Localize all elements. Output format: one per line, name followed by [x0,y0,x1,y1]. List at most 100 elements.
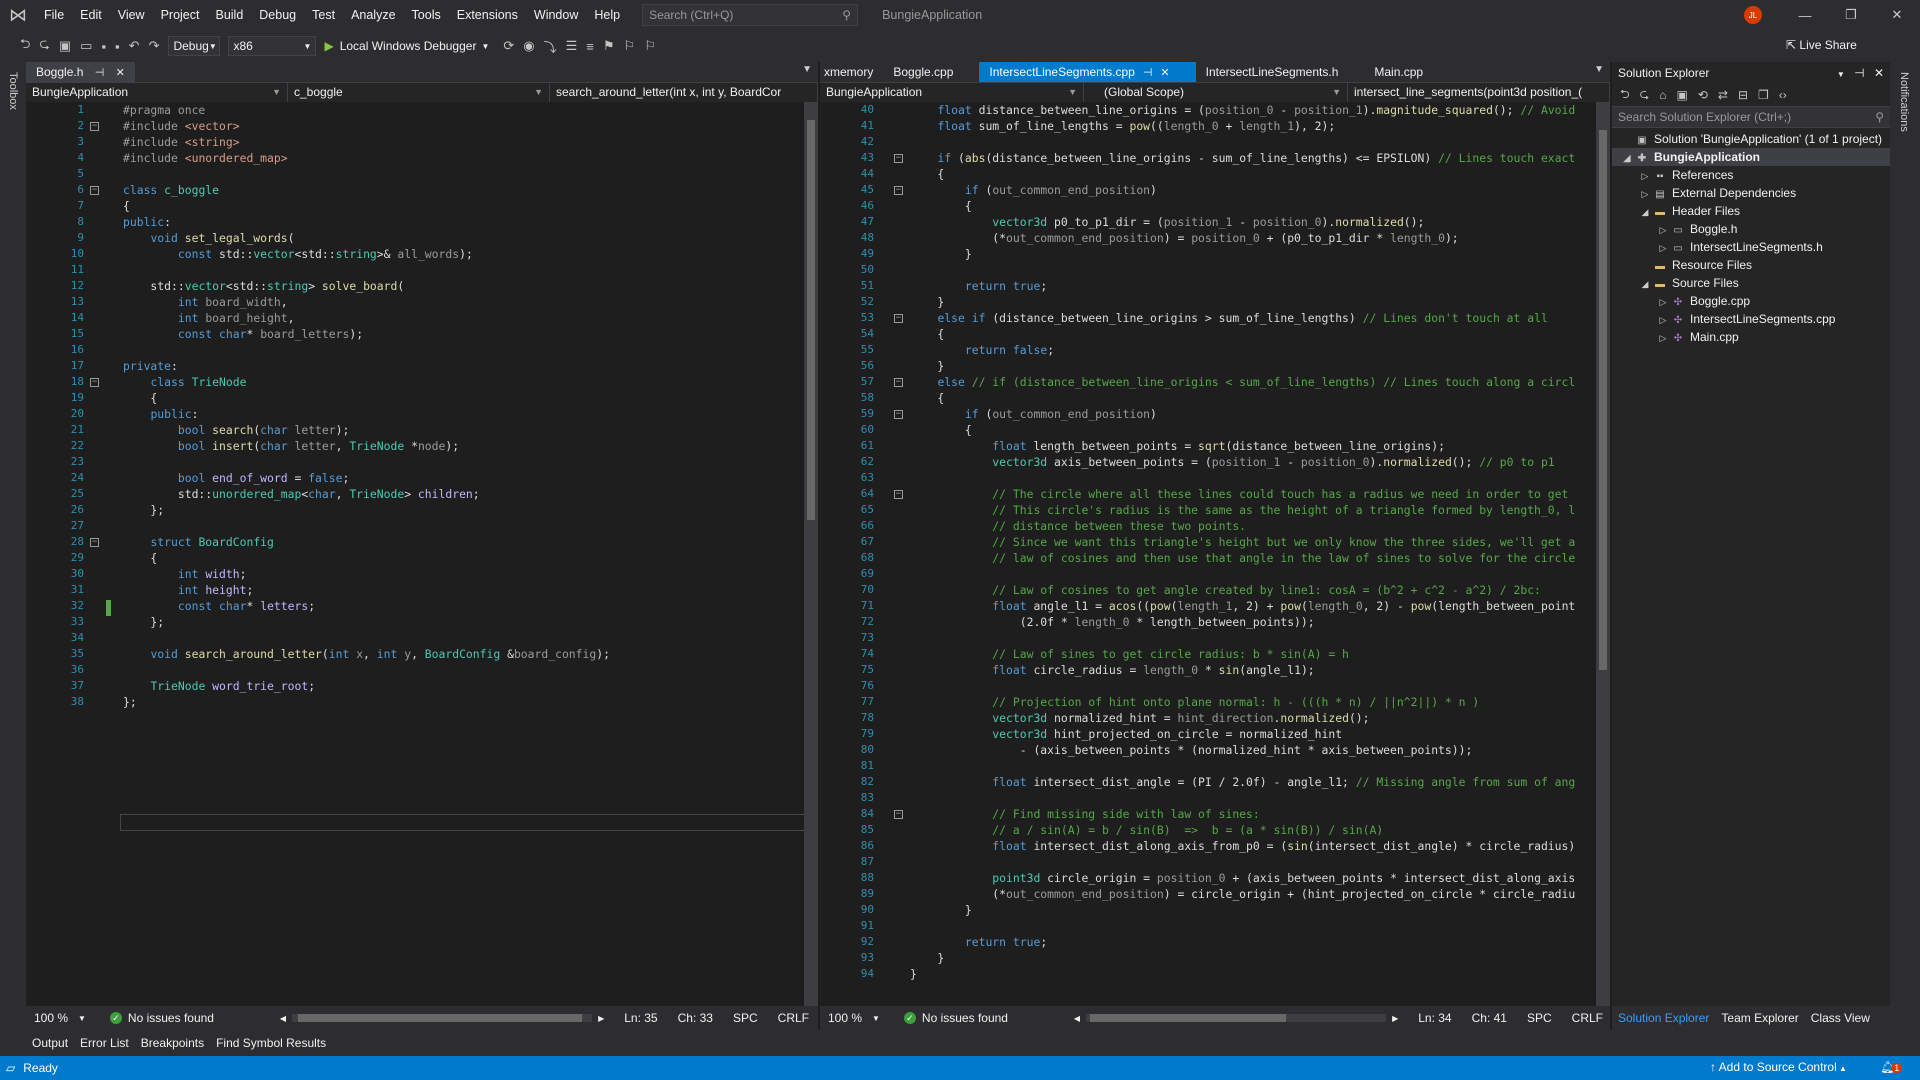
scroll-thumb[interactable] [1599,130,1607,670]
tab-class-view[interactable]: Class View [1805,1011,1876,1025]
menu-item-help[interactable]: Help [586,0,628,30]
menu-item-project[interactable]: Project [153,0,208,30]
collapse-icon[interactable]: − [894,810,903,819]
menu-item-view[interactable]: View [110,0,153,30]
collapsed-arrow-icon[interactable]: ▷ [1656,293,1670,311]
chevron-down-icon[interactable]: ▼ [802,64,812,75]
menu-item-extensions[interactable]: Extensions [449,0,526,30]
sync-icon[interactable]: ⇄ [1718,88,1728,102]
menu-item-edit[interactable]: Edit [72,0,110,30]
diagnostics-icon[interactable]: ◉ [523,38,534,54]
pin-icon[interactable]: ⊣ [95,67,105,79]
collapsed-arrow-icon[interactable]: ▷ [1638,167,1652,185]
solution-search-input[interactable]: Search Solution Explorer (Ctrl+;) ⚲ [1612,106,1890,128]
line-ending-indicator[interactable]: CRLF [1572,1011,1603,1025]
collapsed-arrow-icon[interactable]: ▷ [1656,239,1670,257]
new-project-icon[interactable]: ▣ [59,38,71,54]
show-all-files-icon[interactable]: ❐ [1758,88,1769,102]
collapse-icon[interactable]: − [894,154,903,163]
chevron-down-icon[interactable]: ▼ [872,1014,880,1023]
whitespace-indicator[interactable]: SPC [733,1011,758,1025]
back-icon[interactable]: ⮌ [1620,85,1630,106]
save-all-icon[interactable]: ▪ [115,39,120,54]
tab-xmemory[interactable]: xmemory [820,62,883,82]
tab-output[interactable]: Output [26,1036,74,1050]
tab-intersectlinesegments-cpp[interactable]: IntersectLineSegments.cpp ⊣ ✕ [979,62,1196,82]
notifications-button[interactable]: 🔔︎1 [1880,1060,1903,1074]
close-icon[interactable]: ✕ [1160,67,1169,79]
chevron-down-icon[interactable]: ▼ [78,1014,86,1023]
scroll-right-icon[interactable]: ▶ [1392,1014,1398,1023]
collapse-icon[interactable]: − [894,186,903,195]
tab-error-list[interactable]: Error List [74,1036,135,1050]
left-code-editor[interactable]: 1 2 3 4 5 6 7 8 9 10 11 12 13 14 15 16 17 18 19 20 21 22 23 24 2… [26,102,804,1006]
collapse-icon[interactable]: − [894,410,903,419]
search-box[interactable]: Search (Ctrl+Q) ⚲ [642,4,859,26]
tree-node[interactable]: ▣ Solution 'BungieApplication' (1 of 1 pr… [1612,130,1890,148]
collapse-icon[interactable]: − [90,378,99,387]
toolbox-tab[interactable]: Toolbox [7,72,19,110]
collapsed-arrow-icon[interactable]: ▷ [1656,221,1670,239]
collapse-icon[interactable]: − [90,538,99,547]
collapsed-arrow-icon[interactable]: ▷ [1638,185,1652,203]
tree-node[interactable]: ▷ ▤ External Dependencies [1612,184,1890,202]
collapse-icon[interactable]: − [90,122,99,131]
expanded-arrow-icon[interactable]: ◢ [1638,203,1652,221]
tree-node[interactable]: ▷ ▪▪ References [1612,166,1890,184]
expanded-arrow-icon[interactable]: ◢ [1620,149,1634,167]
tree-node[interactable]: ▷ ✣ Main.cpp [1612,328,1890,346]
history-icon[interactable]: ⟲ [1698,88,1708,102]
save-icon[interactable]: ▪ [101,39,106,54]
tree-node[interactable]: ▷ ▭ Boggle.h [1612,220,1890,238]
zoom-level[interactable]: 100 % [26,1011,86,1025]
tab-intersectlinesegments-h[interactable]: IntersectLineSegments.h [1196,62,1365,82]
menu-item-window[interactable]: Window [526,0,586,30]
bookmark-next-icon[interactable]: ⚐ [644,38,656,54]
tab-main-cpp[interactable]: Main.cpp [1364,62,1453,82]
configuration-dropdown[interactable]: Debug ▼ [168,36,221,56]
left-horizontal-scrollbar[interactable] [292,1014,593,1022]
tree-node[interactable]: ▷ ✣ IntersectLineSegments.cpp [1612,310,1890,328]
collapse-icon[interactable]: − [90,186,99,195]
chevron-down-icon[interactable]: ▼ [1594,64,1604,75]
right-horizontal-scrollbar[interactable] [1086,1014,1387,1022]
bookmark-icon[interactable]: ⚑ [603,38,615,54]
hot-reload-icon[interactable]: ⟳ [503,38,514,54]
menu-item-tools[interactable]: Tools [404,0,449,30]
switch-views-icon[interactable]: ▣ [1677,88,1688,102]
format-icon[interactable]: ☰ [566,38,578,54]
scroll-thumb[interactable] [807,120,815,520]
avatar[interactable]: JL [1744,6,1762,24]
forward-icon[interactable]: ⮎ [1640,85,1650,106]
live-share-button[interactable]: ⇱ Live Share [1786,38,1857,52]
collapsed-arrow-icon[interactable]: ▷ [1656,329,1670,347]
tree-node[interactable]: ▷ ▭ IntersectLineSegments.h [1612,238,1890,256]
pin-icon[interactable]: ⊣ [1854,66,1864,80]
member-dropdown[interactable]: search_around_letter(int x, int y, Board… [550,83,818,102]
tab-team-explorer[interactable]: Team Explorer [1715,1011,1804,1025]
tab-breakpoints[interactable]: Breakpoints [135,1036,210,1050]
undo-icon[interactable]: ↶ [129,38,140,54]
platform-dropdown[interactable]: x86 ▼ [228,36,317,56]
class-dropdown[interactable]: c_boggle ▼ [288,83,550,102]
home-icon[interactable]: ⌂ [1659,88,1666,102]
tree-node[interactable]: ▷ ✣ Boggle.cpp [1612,292,1890,310]
right-code-editor[interactable]: 40 41 42 43 44 45 46 47 48 49 50 51 52 53 54 55 56 57 58 59… [820,102,1596,1006]
open-file-icon[interactable]: ▭ [80,38,92,54]
project-dropdown[interactable]: BungieApplication ▼ [820,83,1084,102]
scope-dropdown[interactable]: (Global Scope) ▼ [1084,83,1348,102]
tree-node[interactable]: ◢ ▬ Source Files [1612,274,1890,292]
tab-solution-explorer[interactable]: Solution Explorer [1612,1011,1715,1025]
pin-icon[interactable]: ⊣ [1143,67,1153,79]
notifications-tab[interactable]: Notifications [1898,72,1910,132]
redo-icon[interactable]: ↷ [149,38,160,54]
tree-node[interactable]: ◢ ✚ BungieApplication [1612,148,1890,166]
tree-node[interactable]: ◢ ▬ Header Files [1612,202,1890,220]
scroll-left-icon[interactable]: ◀ [280,1014,286,1023]
menu-item-analyze[interactable]: Analyze [343,0,403,30]
bookmark-prev-icon[interactable]: ⚐ [624,38,636,54]
whitespace-indicator[interactable]: SPC [1527,1011,1552,1025]
tab-find-symbol-results[interactable]: Find Symbol Results [210,1036,332,1050]
issues-indicator[interactable]: ✓ No issues found [903,1011,1074,1025]
scroll-right-icon[interactable]: ▶ [598,1014,604,1023]
